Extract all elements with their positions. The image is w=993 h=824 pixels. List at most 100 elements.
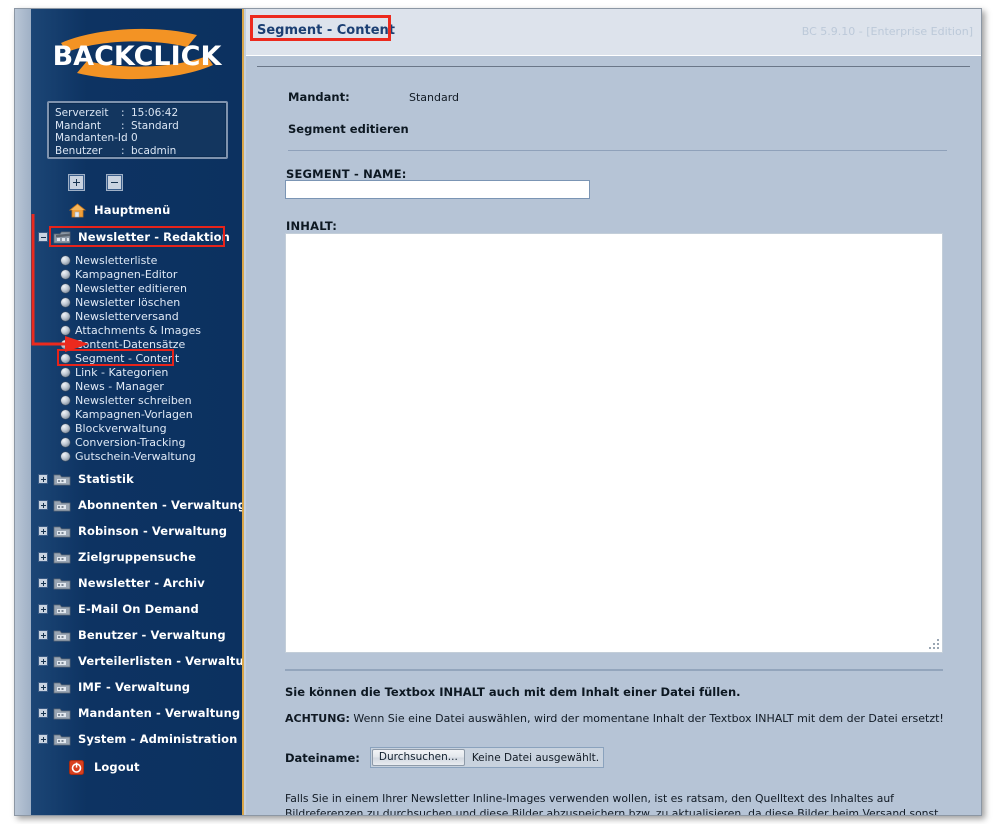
inhalt-textarea[interactable] xyxy=(285,233,943,653)
sidebar-item-label: Hauptmenü xyxy=(94,203,171,217)
sidebar-item-newsletter-redaktion[interactable]: Newsletter - Redaktion xyxy=(31,226,242,247)
expand-section-icon[interactable] xyxy=(38,500,48,510)
sidebar-subitem-label: Kampagnen-Vorlagen xyxy=(75,407,193,421)
sidebar-subitem-kampagnen-vorlagen[interactable]: Kampagnen-Vorlagen xyxy=(31,407,242,421)
expand-section-icon[interactable] xyxy=(38,526,48,536)
sidebar-subitem-newsletter-schreiben[interactable]: Newsletter schreiben xyxy=(31,393,242,407)
newsletter-folder-icon xyxy=(53,230,72,245)
folder-icon xyxy=(53,550,72,565)
sidebar-item-email-on-demand[interactable]: E-Mail On Demand xyxy=(31,599,242,619)
sidebar-item-abonnenten-verwaltung[interactable]: Abonnenten - Verwaltung xyxy=(31,495,244,515)
bullet-globe-icon xyxy=(61,368,70,377)
sidebar-item-label: Mandanten - Verwaltung xyxy=(78,706,241,720)
bullet-globe-icon xyxy=(61,396,70,405)
sidebar-item-zielgruppensuche[interactable]: Zielgruppensuche xyxy=(31,547,242,567)
info-sep: : xyxy=(121,119,125,132)
sidebar-item-robinson-verwaltung[interactable]: Robinson - Verwaltung xyxy=(31,521,242,541)
folder-icon xyxy=(53,628,72,643)
bullet-globe-icon xyxy=(61,256,70,265)
sidebar-item-newsletter-archiv[interactable]: Newsletter - Archiv xyxy=(31,573,242,593)
sidebar-subitem-newsletterversand[interactable]: Newsletterversand xyxy=(31,309,242,323)
sidebar-subitem-label: Newsletterversand xyxy=(75,309,179,323)
sidebar-item-hauptmenu[interactable]: Hauptmenü xyxy=(31,199,242,221)
sidebar-subitem-kampagnen-editor[interactable]: Kampagnen-Editor xyxy=(31,267,242,281)
file-hint-text: Sie können die Textbox INHALT auch mit d… xyxy=(285,685,741,699)
navigation-menu: Hauptmenü Newsletter - Redaktion Newslet… xyxy=(31,199,244,780)
sidebar-subitem-label: Content-Datensätze xyxy=(75,337,186,351)
bullet-globe-icon xyxy=(61,354,70,363)
info-value: 0 xyxy=(131,132,138,145)
sidebar-item-imf-verwaltung[interactable]: IMF - Verwaltung xyxy=(31,677,242,697)
file-input-control[interactable]: Durchsuchen... Keine Datei ausgewählt. xyxy=(369,747,605,768)
info-value: 15:06:42 xyxy=(131,107,179,119)
segment-name-input[interactable] xyxy=(285,180,590,199)
sidebar-item-label: Logout xyxy=(94,760,140,774)
bullet-globe-icon xyxy=(61,438,70,447)
info-key: Serverzeit xyxy=(55,107,109,119)
info-sep: : xyxy=(121,107,125,119)
version-label: BC 5.9.10 - [Enterprise Edition] xyxy=(801,25,973,38)
footer-note: Falls Sie in einem Ihrer Newsletter Inli… xyxy=(285,792,939,815)
expand-all-button[interactable] xyxy=(69,175,84,190)
sidebar-subitem-segment-content[interactable]: Segment - Content xyxy=(31,349,242,366)
folder-icon xyxy=(53,732,72,747)
warning-prefix: ACHTUNG: xyxy=(285,712,350,725)
expand-section-icon[interactable] xyxy=(38,630,48,640)
sidebar-subitem-gutschein-verwaltung[interactable]: Gutschein-Verwaltung xyxy=(31,449,242,463)
sidebar-subitem-label: News - Manager xyxy=(75,379,164,393)
sidebar-item-logout[interactable]: Logout xyxy=(31,757,242,777)
bullet-globe-icon xyxy=(61,312,70,321)
collapse-all-button[interactable] xyxy=(107,175,123,190)
section-divider xyxy=(288,150,947,151)
expand-section-icon[interactable] xyxy=(38,682,48,692)
info-row: Mandant: Standard xyxy=(55,120,226,133)
sidebar-item-label: Abonnenten - Verwaltung xyxy=(78,498,244,512)
expand-section-icon[interactable] xyxy=(38,656,48,666)
expand-section-icon[interactable] xyxy=(38,708,48,718)
sidebar-item-system-administration[interactable]: System - Administration xyxy=(31,729,242,749)
sidebar-subitem-label: Kampagnen-Editor xyxy=(75,267,178,281)
sidebar-item-benutzer-verwaltung[interactable]: Benutzer - Verwaltung xyxy=(31,625,242,645)
info-sep: : xyxy=(121,132,125,145)
sidebar-subitem-newsletter-editieren[interactable]: Newsletter editieren xyxy=(31,281,242,295)
browse-button[interactable]: Durchsuchen... xyxy=(371,749,465,766)
logo-wordmark: BACKCLICK xyxy=(53,41,223,72)
sidebar-subitem-newsletterliste[interactable]: Newsletterliste xyxy=(31,253,242,267)
sidebar-subitem-blockverwaltung[interactable]: Blockverwaltung xyxy=(31,421,242,435)
sidebar-item-verteilerlisten-verwaltung[interactable]: Verteilerlisten - Verwaltung xyxy=(31,651,242,671)
sidebar-inner: BACKCLICK Serverzeit:15:06:42 Mandant: St… xyxy=(31,9,244,815)
folder-icon xyxy=(53,706,72,721)
sidebar-subitem-link-kategorien[interactable]: Link - Kategorien xyxy=(31,365,242,379)
sidebar-subitem-attachments-images[interactable]: Attachments & Images xyxy=(31,323,242,337)
power-logout-icon xyxy=(69,759,88,775)
expand-section-icon[interactable] xyxy=(38,474,48,484)
file-label: Dateiname: xyxy=(285,750,360,765)
expand-section-icon[interactable] xyxy=(38,552,48,562)
info-key: Mandanten-Id xyxy=(55,132,128,145)
expand-section-icon[interactable] xyxy=(38,578,48,588)
expand-section-icon[interactable] xyxy=(38,734,48,744)
sidebar-item-mandanten-verwaltung[interactable]: Mandanten - Verwaltung xyxy=(31,703,242,723)
bullet-globe-icon xyxy=(61,424,70,433)
sidebar-item-label: Zielgruppensuche xyxy=(78,550,196,564)
info-key: Benutzer xyxy=(55,144,103,157)
sidebar-subitem-news-manager[interactable]: News - Manager xyxy=(31,379,242,393)
sidebar-item-label: Benutzer - Verwaltung xyxy=(78,628,226,642)
collapse-section-icon[interactable] xyxy=(38,232,48,242)
bullet-globe-icon xyxy=(61,340,70,349)
sidebar-subitem-content-datensaetze[interactable]: Content-Datensätze xyxy=(31,337,242,351)
bullet-globe-icon xyxy=(61,452,70,461)
bullet-globe-icon xyxy=(61,382,70,391)
sidebar: BACKCLICK Serverzeit:15:06:42 Mandant: St… xyxy=(15,9,244,815)
sidebar-subitem-label: Newsletter editieren xyxy=(75,281,187,295)
file-status-text: Keine Datei ausgewählt. xyxy=(471,751,600,764)
sidebar-item-statistik[interactable]: Statistik xyxy=(31,469,242,489)
sidebar-subitem-label: Blockverwaltung xyxy=(75,421,167,435)
folder-icon xyxy=(53,498,72,513)
folder-icon xyxy=(53,680,72,695)
info-row: Serverzeit:15:06:42 xyxy=(55,107,226,120)
sidebar-subitem-newsletter-loeschen[interactable]: Newsletter löschen xyxy=(31,295,242,309)
expand-section-icon[interactable] xyxy=(38,604,48,614)
backclick-window: BACKCLICK Serverzeit:15:06:42 Mandant: St… xyxy=(14,8,982,816)
sidebar-subitem-conversion-tracking[interactable]: Conversion-Tracking xyxy=(31,435,242,449)
